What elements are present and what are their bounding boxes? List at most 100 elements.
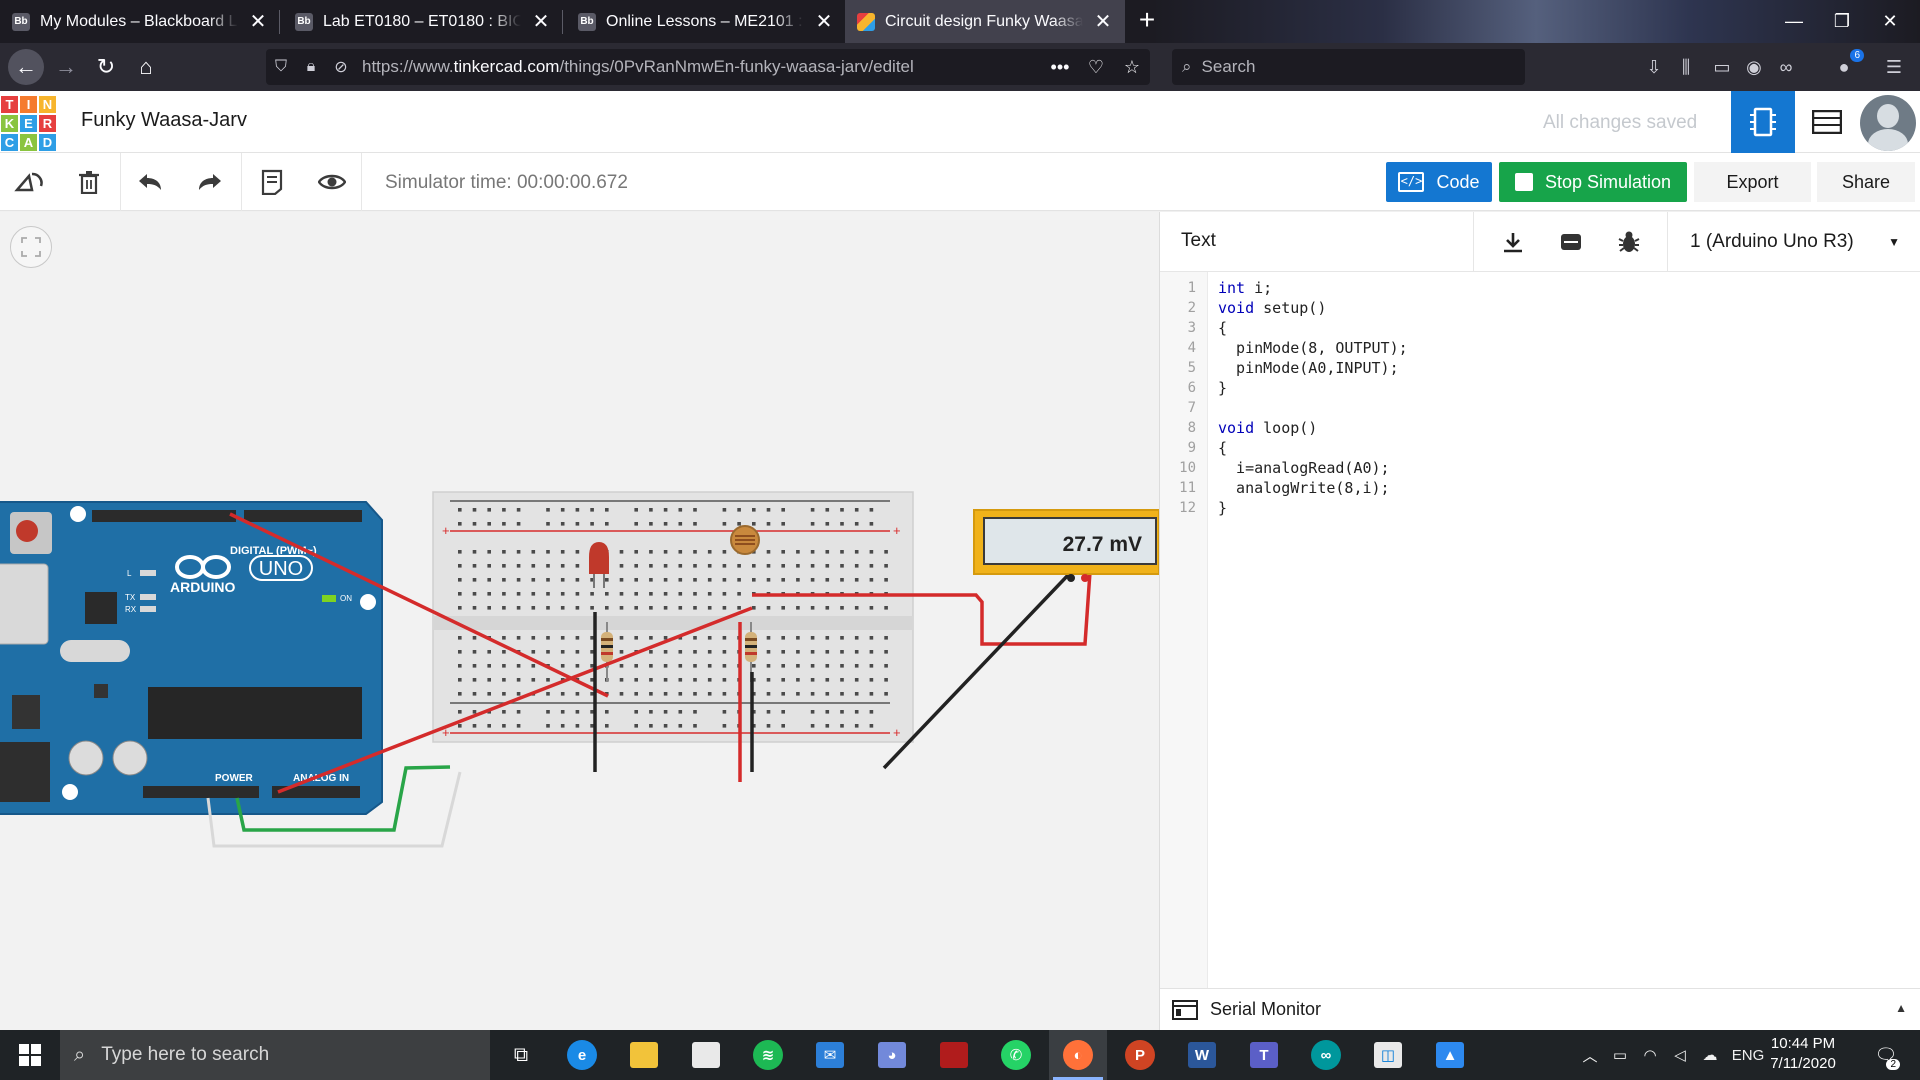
- close-window-button[interactable]: ✕: [1866, 0, 1914, 43]
- stop-simulation-button[interactable]: Stop Simulation: [1499, 162, 1687, 202]
- menu-icon[interactable]: ☰: [1880, 53, 1908, 81]
- close-tab-icon[interactable]: ✕: [248, 9, 268, 34]
- home-button[interactable]: ⌂: [130, 51, 162, 83]
- permissions-icon[interactable]: ⊘: [326, 57, 356, 77]
- undo-button[interactable]: [130, 162, 170, 202]
- shield-icon[interactable]: ⛉: [266, 58, 296, 76]
- show-hidden-icons-button[interactable]: ︿: [1578, 1030, 1602, 1080]
- circuit-view-button[interactable]: [1731, 91, 1795, 153]
- breadboard-hole: [546, 724, 550, 728]
- taskbar-app-discord[interactable]: ◕: [863, 1030, 921, 1080]
- taskbar-app-word[interactable]: W: [1173, 1030, 1231, 1080]
- taskbar-app-spotify[interactable]: ≋: [739, 1030, 797, 1080]
- taskbar-app-whatsapp[interactable]: ✆: [987, 1030, 1045, 1080]
- onedrive-icon[interactable]: ☁: [1696, 1030, 1724, 1080]
- browser-tab-active[interactable]: Circuit design Funky Waasa-Jarv ✕: [845, 0, 1125, 43]
- wifi-icon[interactable]: ◠: [1636, 1030, 1664, 1080]
- multimeter[interactable]: 27.7 mV: [973, 509, 1159, 582]
- taskbar-app-store[interactable]: [677, 1030, 735, 1080]
- breadboard-hole: [575, 592, 580, 596]
- breadboard-hole: [825, 724, 830, 728]
- taskbar-app-game[interactable]: [925, 1030, 983, 1080]
- browser-tab[interactable]: Bb Lab ET0180 – ET0180 : BIOMED ✕: [283, 0, 563, 43]
- taskbar-app-edge[interactable]: e: [553, 1030, 611, 1080]
- taskbar-app-arduino[interactable]: ∞: [1297, 1030, 1355, 1080]
- library-icon[interactable]: ⫼: [1672, 53, 1700, 81]
- volume-icon[interactable]: ◁: [1666, 1030, 1694, 1080]
- download-code-button[interactable]: [1492, 222, 1534, 262]
- address-bar[interactable]: ⛉ 🔒︎ ⊘ https://www.tinkercad.com/things/…: [266, 49, 1150, 85]
- minimize-window-button[interactable]: —: [1770, 0, 1818, 43]
- breadboard-hole: [825, 550, 830, 554]
- close-tab-icon[interactable]: ✕: [1093, 9, 1113, 34]
- redo-button[interactable]: [190, 162, 230, 202]
- taskbar-app-file-explorer[interactable]: [615, 1030, 673, 1080]
- tinkercad-logo[interactable]: TINKERCAD: [0, 95, 57, 152]
- code-button[interactable]: </> Code: [1386, 162, 1492, 202]
- bookmark-star-icon[interactable]: ☆: [1114, 57, 1150, 78]
- extension-badge-icon[interactable]: ● 6: [1830, 49, 1864, 81]
- caret-up-icon[interactable]: ▲: [1895, 1001, 1907, 1015]
- board-select[interactable]: 1 (Arduino Uno R3) ▼: [1678, 220, 1912, 264]
- browser-tab[interactable]: Bb Online Lessons – ME2101 : MEC ✕: [566, 0, 846, 43]
- arduino-uno-board[interactable]: ARDUINO UNO DIGITAL (PWM~) POWER ANALOG …: [0, 501, 383, 815]
- url-text[interactable]: https://www.tinkercad.com/things/0PvRanN…: [356, 57, 1042, 77]
- breadboard-hole: [796, 606, 800, 610]
- battery-icon[interactable]: ▭: [1606, 1030, 1634, 1080]
- taskbar-search-box[interactable]: ⌕ Type here to search: [60, 1030, 490, 1080]
- taskbar-app-powerpoint[interactable]: P: [1111, 1030, 1169, 1080]
- breadboard-hole: [752, 664, 756, 668]
- start-button[interactable]: [0, 1030, 60, 1080]
- breadboard-hole: [546, 650, 550, 654]
- taskbar-app-teams[interactable]: T: [1235, 1030, 1293, 1080]
- taskbar-clock[interactable]: 10:44 PM 7/11/2020: [1758, 1034, 1848, 1074]
- component-list-view-button[interactable]: [1795, 91, 1859, 153]
- taskbar-app-tablet[interactable]: ◫: [1359, 1030, 1417, 1080]
- breadboard-hole: [693, 664, 697, 668]
- breadboard-hole: [516, 724, 521, 728]
- notes-button[interactable]: [252, 162, 292, 202]
- action-center-button[interactable]: 🗨︎ 2: [1866, 1040, 1906, 1070]
- browser-search-input[interactable]: ⌕ Search: [1172, 49, 1525, 85]
- close-tab-icon[interactable]: ✕: [814, 9, 834, 34]
- circuit-canvas[interactable]: ARDUINO UNO DIGITAL (PWM~) POWER ANALOG …: [0, 212, 1159, 1030]
- extension-icon[interactable]: ◉: [1740, 53, 1768, 81]
- breadboard-hole: [458, 710, 462, 714]
- back-button[interactable]: ←: [8, 49, 44, 85]
- forward-button[interactable]: →: [50, 51, 82, 83]
- breadboard-hole: [487, 664, 491, 668]
- restore-window-button[interactable]: ❐: [1818, 0, 1866, 43]
- breadboard-hole: [487, 678, 491, 682]
- serial-monitor-toggle[interactable]: Serial Monitor ▲: [1160, 988, 1920, 1030]
- code-mode-label[interactable]: Text: [1181, 230, 1216, 252]
- task-view-button[interactable]: ⧉: [492, 1030, 550, 1080]
- delete-button[interactable]: [69, 162, 109, 202]
- page-actions-icon[interactable]: •••: [1042, 57, 1078, 78]
- debugger-button[interactable]: [1608, 222, 1650, 262]
- rotate-tool-button[interactable]: [9, 162, 49, 202]
- close-tab-icon[interactable]: ✕: [531, 9, 551, 34]
- pocket-icon[interactable]: ♡: [1078, 57, 1114, 78]
- new-tab-button[interactable]: +: [1132, 6, 1162, 36]
- export-button[interactable]: Export: [1694, 162, 1811, 202]
- design-title[interactable]: Funky Waasa-Jarv: [81, 109, 247, 132]
- lock-icon[interactable]: 🔒︎: [296, 58, 326, 76]
- taskbar-app-firefox[interactable]: ◐: [1049, 1030, 1107, 1080]
- breadboard-hole: [649, 550, 653, 554]
- share-button[interactable]: Share: [1817, 162, 1915, 202]
- libraries-button[interactable]: [1550, 222, 1592, 262]
- visibility-button[interactable]: [312, 162, 352, 202]
- code-text-area[interactable]: 1 int i; 2 void setup() 3{4 pinMode(8, OUTPU…: [1160, 278, 1920, 518]
- photoresistor[interactable]: [730, 525, 760, 555]
- reload-button[interactable]: ↻: [90, 51, 122, 83]
- breadboard-hole: [560, 606, 565, 610]
- taskbar-app-photos[interactable]: ▲: [1421, 1030, 1479, 1080]
- taskbar-app-mail[interactable]: ✉: [801, 1030, 859, 1080]
- browser-tab[interactable]: Bb My Modules – Blackboard Lear ✕: [0, 0, 280, 43]
- extension-icon[interactable]: ∞: [1772, 53, 1800, 81]
- user-avatar[interactable]: [1860, 95, 1916, 151]
- breadboard-hole: [766, 564, 771, 568]
- downloads-icon[interactable]: ⇩: [1640, 53, 1668, 81]
- breadboard-hole: [840, 578, 844, 582]
- synced-tabs-icon[interactable]: ▭: [1708, 53, 1736, 81]
